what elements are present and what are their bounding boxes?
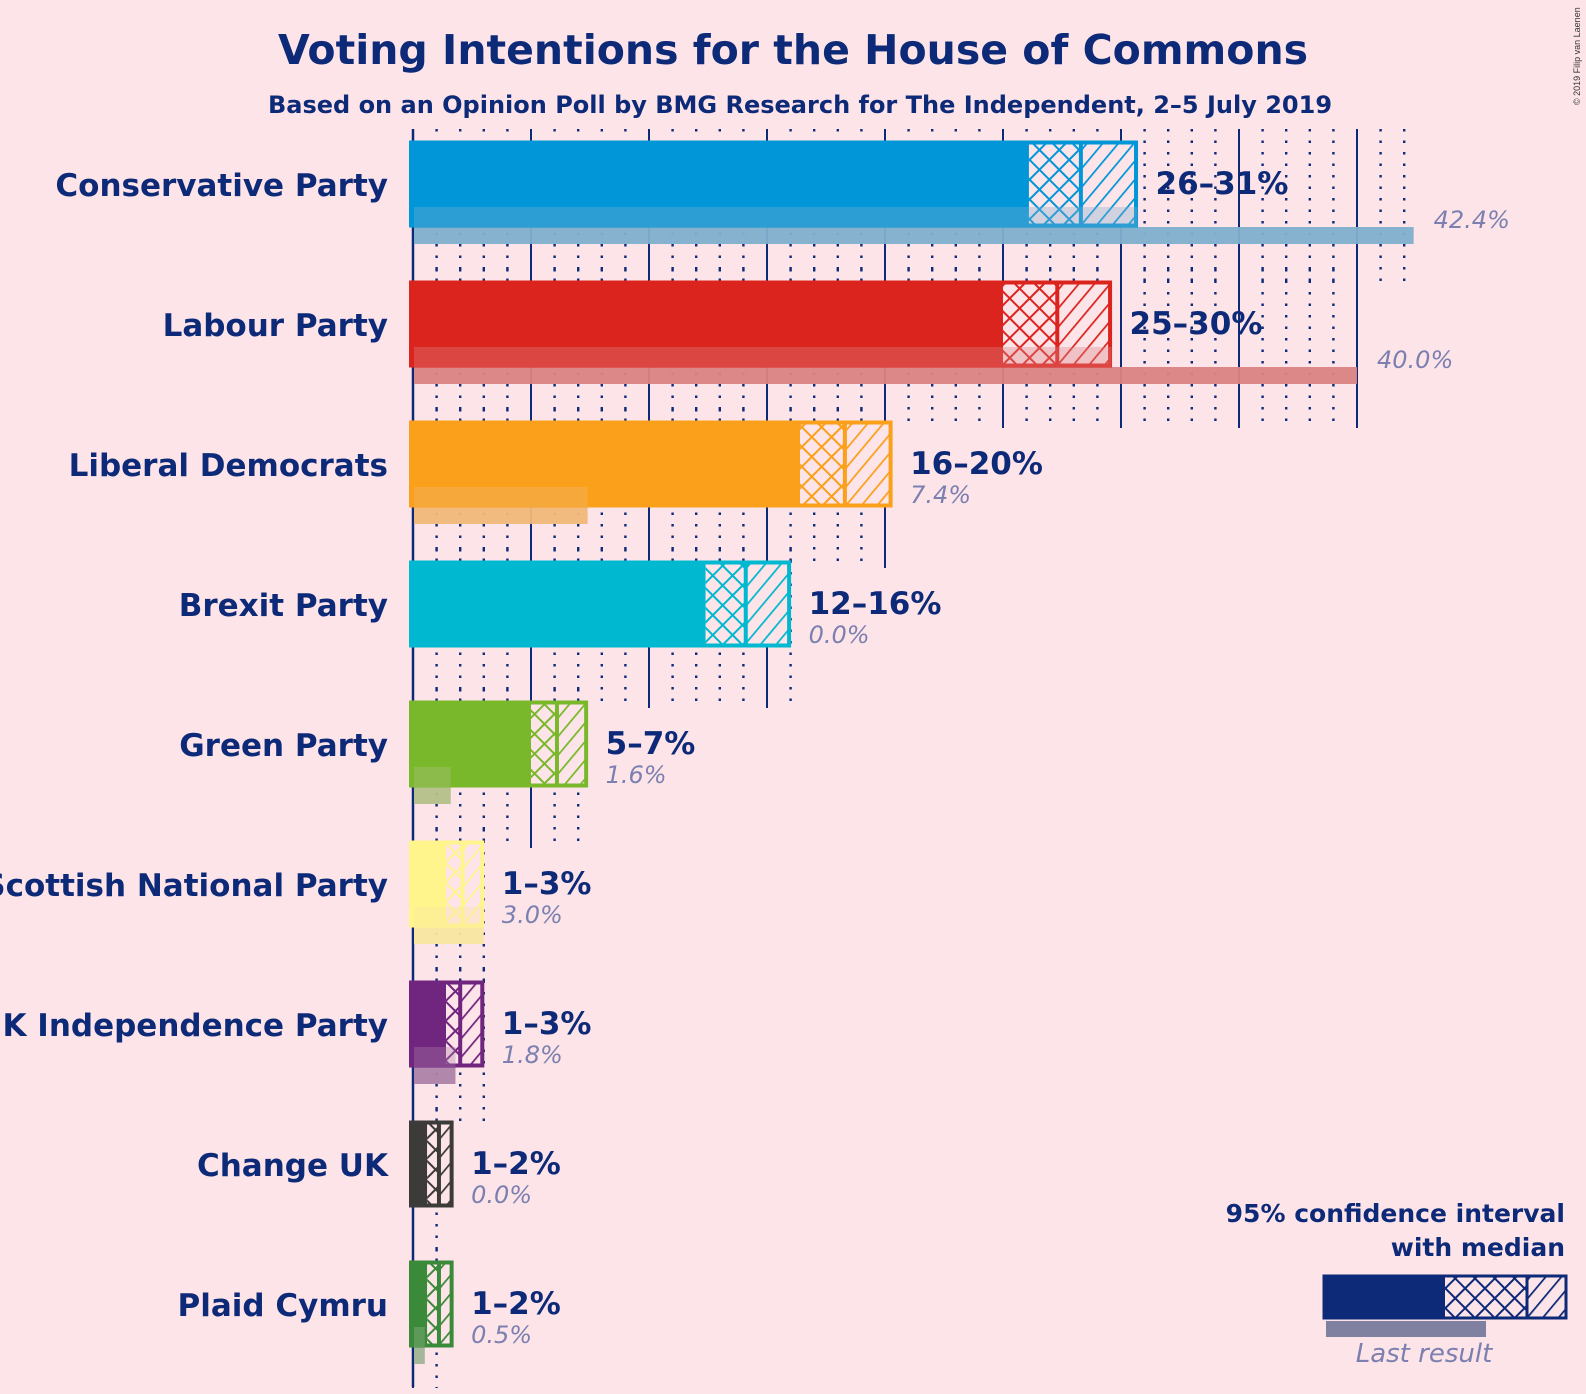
last-result-overlay xyxy=(414,347,1112,367)
last-result-label: 3.0% xyxy=(502,901,563,929)
last-result-bar xyxy=(414,927,484,944)
last-result-label: 40.0% xyxy=(1377,346,1453,374)
party-label: Green Party xyxy=(179,728,388,764)
range-label: 16–20% xyxy=(910,446,1043,482)
last-result-bar xyxy=(414,1067,456,1084)
bar-ci-lower-crosshatch xyxy=(800,423,845,505)
party-bar xyxy=(409,420,893,508)
party-bar xyxy=(409,280,1113,368)
last-result-label: 1.8% xyxy=(502,1041,563,1069)
range-label: 25–30% xyxy=(1130,306,1263,342)
legend-solid-swatch xyxy=(1323,1275,1445,1319)
legend-last-result-swatch xyxy=(1326,1321,1486,1337)
range-label: 5–7% xyxy=(606,726,696,762)
chart-title: Voting Intentions for the House of Commo… xyxy=(278,26,1308,74)
last-result-label: 7.4% xyxy=(910,481,971,509)
party-bar xyxy=(409,560,792,648)
bars-layer xyxy=(409,140,1414,1364)
last-result-bar xyxy=(414,367,1357,384)
last-result-label: 0.5% xyxy=(471,1321,532,1349)
party-label: UK Independence Party xyxy=(0,1008,388,1044)
last-result-label: 1.6% xyxy=(606,761,667,789)
last-result-overlay xyxy=(414,767,451,787)
last-result-label: 0.0% xyxy=(471,1181,532,1209)
bar-ci-upper-hatch xyxy=(460,983,484,1065)
last-result-bar xyxy=(414,1347,425,1364)
last-result-overlay xyxy=(414,907,484,927)
last-result-bar xyxy=(414,227,1414,244)
party-bar xyxy=(409,840,485,928)
bar-solid xyxy=(411,1121,428,1207)
party-bar xyxy=(409,700,589,788)
party-label: Plaid Cymru xyxy=(178,1288,389,1324)
chart-subtitle: Based on an Opinion Poll by BMG Research… xyxy=(268,91,1332,119)
copyright-notice: © 2019 Filip van Laenen xyxy=(1572,7,1582,105)
bar-ci-upper-hatch xyxy=(745,563,791,645)
party-label: Liberal Democrats xyxy=(69,448,388,484)
party-label: Brexit Party xyxy=(179,588,388,624)
party-label: Scottish National Party xyxy=(0,868,388,904)
bar-ci-lower-crosshatch xyxy=(531,703,557,785)
last-result-bar xyxy=(414,507,588,524)
range-label: 12–16% xyxy=(809,586,942,622)
range-label: 1–3% xyxy=(502,1006,592,1042)
bar-ci-upper-hatch xyxy=(844,423,893,505)
legend-last-result-label: Last result xyxy=(1356,1339,1493,1369)
range-label: 1–2% xyxy=(471,1286,561,1322)
last-result-label: 42.4% xyxy=(1434,206,1510,234)
party-label: Labour Party xyxy=(163,308,388,344)
party-bar xyxy=(409,1260,454,1348)
last-result-overlay xyxy=(414,1327,425,1347)
last-result-label: 0.0% xyxy=(809,621,870,649)
legend-hatch-swatch xyxy=(1527,1277,1565,1317)
last-result-overlay xyxy=(414,1047,456,1067)
legend-title-line2: with median xyxy=(1391,1233,1565,1262)
legend-title-line1: 95% confidence interval xyxy=(1226,1199,1565,1228)
party-bar xyxy=(409,980,485,1068)
legend: 95% confidence interval with median Last… xyxy=(1226,1199,1568,1369)
range-label: 1–2% xyxy=(471,1146,561,1182)
legend-crosshatch-swatch xyxy=(1445,1277,1527,1317)
party-bar xyxy=(409,140,1139,228)
range-label: 1–3% xyxy=(502,866,592,902)
party-label: Conservative Party xyxy=(55,168,388,204)
last-result-overlay xyxy=(414,487,588,507)
range-label: 26–31% xyxy=(1156,166,1289,202)
bar-solid xyxy=(411,561,706,647)
bar-ci-upper-hatch xyxy=(556,703,588,785)
party-label: Change UK xyxy=(197,1148,389,1184)
chart: Voting Intentions for the House of Commo… xyxy=(0,7,1582,1388)
bar-ci-lower-crosshatch xyxy=(705,563,746,645)
last-result-overlay xyxy=(414,207,1138,227)
party-bar xyxy=(409,1120,454,1208)
last-result-bar xyxy=(414,787,451,804)
